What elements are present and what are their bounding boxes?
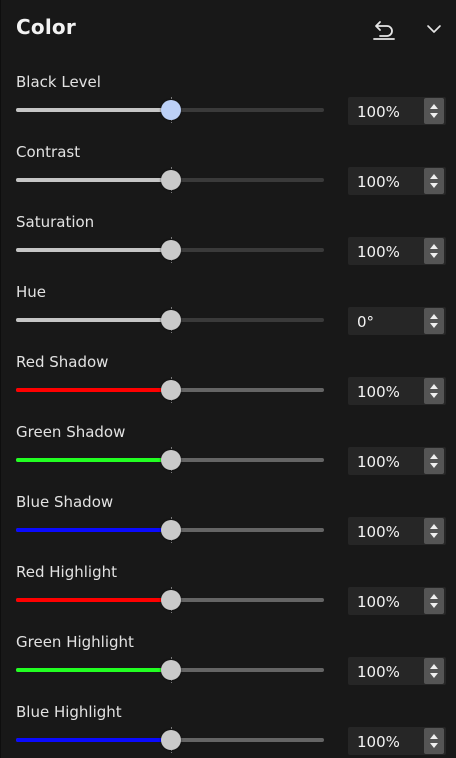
slider-fill [16, 318, 163, 322]
slider-thumb[interactable] [161, 590, 181, 610]
green-shadow-slider[interactable] [16, 447, 324, 473]
red-highlight-slider[interactable] [16, 587, 324, 613]
spinner-arrows-icon[interactable] [424, 728, 444, 754]
spinner-arrows-icon[interactable] [424, 448, 444, 474]
control-row-green-highlight: Green Highlight 100% [1, 630, 456, 700]
contrast-value[interactable]: 100% [357, 173, 400, 191]
slider-fill [16, 458, 163, 462]
panel-title: Color [16, 15, 76, 39]
red-highlight-value-field[interactable]: 100% [348, 587, 446, 615]
blue-highlight-value-field[interactable]: 100% [348, 727, 446, 755]
control-row-green-shadow: Green Shadow 100% [1, 420, 456, 490]
red-shadow-value-field[interactable]: 100% [348, 377, 446, 405]
blue-shadow-label: Blue Shadow [16, 493, 114, 511]
blue-highlight-value[interactable]: 100% [357, 733, 400, 751]
contrast-label: Contrast [16, 143, 81, 161]
black-level-label: Black Level [16, 73, 101, 91]
red-shadow-slider[interactable] [16, 377, 324, 403]
red-shadow-label: Red Shadow [16, 353, 109, 371]
saturation-label: Saturation [16, 213, 95, 231]
red-shadow-value[interactable]: 100% [357, 383, 400, 401]
red-highlight-label: Red Highlight [16, 563, 117, 581]
hue-value[interactable]: 0° [357, 313, 374, 331]
slider-thumb[interactable] [161, 520, 181, 540]
slider-thumb[interactable] [161, 310, 181, 330]
saturation-slider[interactable] [16, 237, 324, 263]
slider-thumb[interactable] [161, 730, 181, 750]
green-shadow-value[interactable]: 100% [357, 453, 400, 471]
blue-shadow-value-field[interactable]: 100% [348, 517, 446, 545]
hue-value-field[interactable]: 0° [348, 307, 446, 335]
black-level-slider[interactable] [16, 97, 324, 123]
hue-slider[interactable] [16, 307, 324, 333]
contrast-slider[interactable] [16, 167, 324, 193]
red-highlight-value[interactable]: 100% [357, 593, 400, 611]
slider-thumb[interactable] [161, 240, 181, 260]
contrast-value-field[interactable]: 100% [348, 167, 446, 195]
slider-fill [16, 598, 163, 602]
green-highlight-label: Green Highlight [16, 633, 134, 651]
spinner-arrows-icon[interactable] [424, 168, 444, 194]
green-highlight-slider[interactable] [16, 657, 324, 683]
black-level-value-field[interactable]: 100% [348, 97, 446, 125]
slider-fill [16, 668, 163, 672]
slider-thumb[interactable] [161, 380, 181, 400]
control-row-contrast: Contrast 100% [1, 140, 456, 210]
slider-thumb[interactable] [161, 450, 181, 470]
chevron-down-icon[interactable] [421, 16, 447, 42]
control-row-red-highlight: Red Highlight 100% [1, 560, 456, 630]
undo-icon[interactable] [371, 16, 397, 42]
saturation-value[interactable]: 100% [357, 243, 400, 261]
control-row-red-shadow: Red Shadow 100% [1, 350, 456, 420]
slider-thumb[interactable] [161, 100, 181, 120]
control-row-hue: Hue 0° [1, 280, 456, 350]
slider-thumb[interactable] [161, 660, 181, 680]
slider-fill [16, 528, 163, 532]
spinner-arrows-icon[interactable] [424, 238, 444, 264]
slider-fill [16, 108, 163, 112]
color-panel: Color Black Level 100% Contrast 100% Saturat… [0, 0, 456, 758]
spinner-arrows-icon[interactable] [424, 98, 444, 124]
green-highlight-value[interactable]: 100% [357, 663, 400, 681]
saturation-value-field[interactable]: 100% [348, 237, 446, 265]
blue-highlight-slider[interactable] [16, 727, 324, 753]
green-shadow-label: Green Shadow [16, 423, 126, 441]
spinner-arrows-icon[interactable] [424, 378, 444, 404]
controls-list: Black Level 100% Contrast 100% Saturation 100… [1, 70, 456, 758]
slider-fill [16, 738, 163, 742]
panel-header: Color [1, 0, 456, 60]
control-row-blue-highlight: Blue Highlight 100% [1, 700, 456, 758]
hue-label: Hue [16, 283, 47, 301]
spinner-arrows-icon[interactable] [424, 518, 444, 544]
slider-thumb[interactable] [161, 170, 181, 190]
blue-highlight-label: Blue Highlight [16, 703, 122, 721]
spinner-arrows-icon[interactable] [424, 588, 444, 614]
spinner-arrows-icon[interactable] [424, 308, 444, 334]
spinner-arrows-icon[interactable] [424, 658, 444, 684]
blue-shadow-value[interactable]: 100% [357, 523, 400, 541]
green-highlight-value-field[interactable]: 100% [348, 657, 446, 685]
control-row-black-level: Black Level 100% [1, 70, 456, 140]
slider-fill [16, 388, 163, 392]
black-level-value[interactable]: 100% [357, 103, 400, 121]
blue-shadow-slider[interactable] [16, 517, 324, 543]
control-row-saturation: Saturation 100% [1, 210, 456, 280]
slider-fill [16, 178, 163, 182]
control-row-blue-shadow: Blue Shadow 100% [1, 490, 456, 560]
slider-fill [16, 248, 163, 252]
green-shadow-value-field[interactable]: 100% [348, 447, 446, 475]
